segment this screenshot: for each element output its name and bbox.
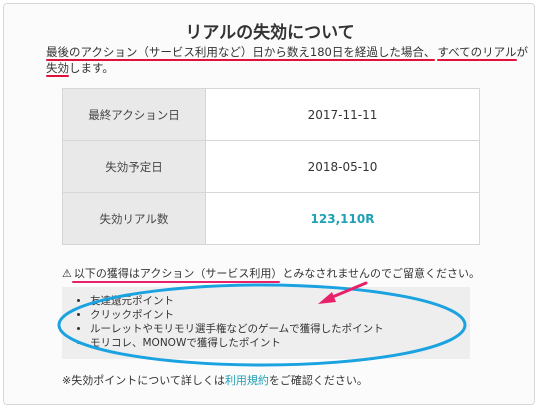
expiry-real-cell: 123,110R <box>205 192 480 245</box>
list-item: ルーレットやモリモリ選手権などのゲームで獲得したポイント <box>90 322 470 336</box>
table-row: 失効リアル数 123,110R <box>62 192 480 245</box>
page-title: リアルの失効について <box>185 23 355 43</box>
excluded-list: 友達還元ポイント クリックポイント ルーレットやモリモリ選手権などのゲームで獲得… <box>62 287 470 350</box>
expiry-real-value: 123,110R <box>310 211 375 226</box>
intro-line-2: 失効します。 <box>46 60 506 76</box>
expiry-info-table: 最終アクション日 2017-11-11 失効予定日 2018-05-10 失効リ… <box>62 88 480 245</box>
intro-text-3: が <box>516 45 529 59</box>
list-item: クリックポイント <box>90 308 470 322</box>
last-action-label: 最終アクション日 <box>62 88 206 141</box>
notice-highlight: 以下の獲得はアクション（サービス利用） <box>73 267 283 280</box>
intro-highlight-1: 最後のアクション（サービス利用など）日から数え180日を経過した場合、 <box>46 45 436 59</box>
expiry-date-value: 2018-05-10 <box>205 140 480 193</box>
footnote-post: をご確認ください。 <box>268 374 368 387</box>
intro-text-4: します。 <box>69 61 114 75</box>
notice-text: とみなされませんのでご留意ください。 <box>282 267 480 280</box>
footnote-pre: ※失効ポイントについて詳しくは <box>62 374 225 387</box>
expiry-date-label: 失効予定日 <box>62 140 206 193</box>
footnote: ※失効ポイントについて詳しくは利用規約をご確認ください。 <box>62 372 368 388</box>
intro-line-1: 最後のアクション（サービス利用など）日から数え180日を経過した場合、 すべてのリ… <box>46 44 528 60</box>
expiry-real-label: 失効リアル数 <box>62 192 206 245</box>
terms-link[interactable]: 利用規約 <box>225 374 269 387</box>
table-row: 最終アクション日 2017-11-11 <box>62 88 480 141</box>
list-item: 友達還元ポイント <box>90 294 470 308</box>
warning-icon: ⚠ <box>62 267 72 280</box>
list-item: モリコレ、MONOWで獲得したポイント <box>90 336 470 350</box>
intro-text: 最後のアクション（サービス利用など）日から数え180日を経過した場合、 すべてのリ… <box>46 44 528 76</box>
table-row: 失効予定日 2018-05-10 <box>62 140 480 193</box>
excluded-list-box: 友達還元ポイント クリックポイント ルーレットやモリモリ選手権などのゲームで獲得… <box>62 287 470 359</box>
last-action-value: 2017-11-11 <box>205 88 480 141</box>
intro-highlight-2: すべてのリアル <box>437 45 517 59</box>
notice-line: ⚠ 以下の獲得はアクション（サービス利用）とみなされませんのでご留意ください。 <box>62 265 480 281</box>
intro-highlight-3: 失効 <box>46 61 69 75</box>
